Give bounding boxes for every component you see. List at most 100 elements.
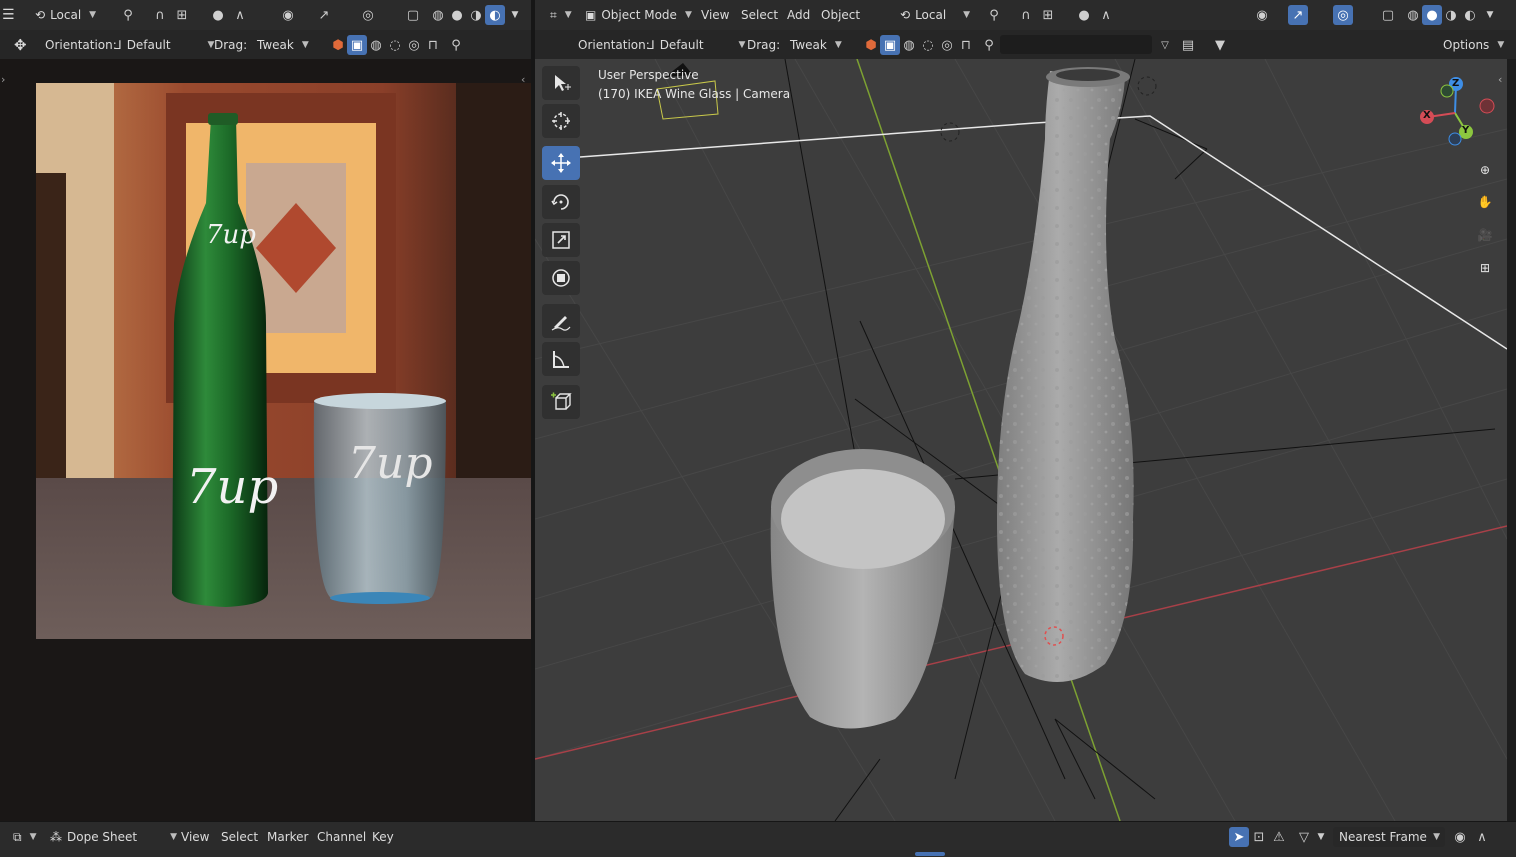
options-dropdown[interactable]: Options ▼ [1438, 30, 1509, 59]
left-material-shading-icon[interactable]: ◑ [466, 5, 486, 25]
chevron-down-icon: ▼ [963, 10, 971, 20]
left-select-mode-new-icon[interactable]: ▣ [347, 35, 367, 55]
left-orientation-label: Orientation: [45, 37, 117, 52]
only-errors-icon[interactable]: ⚠ [1269, 827, 1289, 847]
right-snap-target-icon[interactable]: ⊞ [1038, 5, 1058, 25]
tool-measure[interactable] [542, 342, 580, 376]
left-xray-icon[interactable]: ▢ [403, 5, 423, 25]
left-search-icon[interactable]: ⚲ [446, 35, 466, 55]
right-material-shading-icon[interactable]: ◑ [1441, 5, 1461, 25]
3d-viewport[interactable]: User Perspective (170) IKEA Wine Glass |… [535, 59, 1507, 821]
right-solid-shading-icon[interactable]: ● [1422, 5, 1442, 25]
bottom-proportional-icon[interactable]: ◉ [1450, 827, 1470, 847]
tool-scale[interactable] [542, 223, 580, 257]
left-magnet-icon[interactable]: ∩ [150, 5, 170, 25]
pivot-icon: ⟲ [900, 8, 911, 22]
tool-transform[interactable] [542, 261, 580, 295]
tool-select-box[interactable] [542, 66, 580, 100]
menu-view[interactable]: View [701, 0, 729, 30]
snap-mode-dropdown[interactable]: Nearest Frame ▼ [1333, 827, 1445, 847]
perspective-toggle-icon[interactable]: ⊞ [1473, 256, 1497, 280]
left-select-mode-invert-icon[interactable]: ◎ [404, 35, 424, 55]
right-wireframe-shading-icon[interactable]: ◍ [1403, 5, 1423, 25]
right-select-mode-subtract-icon[interactable]: ◌ [918, 35, 938, 55]
chevron-down-icon: ▼ [684, 10, 692, 20]
left-select-mode-extend-icon[interactable]: ◍ [366, 35, 386, 55]
right-filter-toggle-icon[interactable]: ▽ [1155, 35, 1175, 55]
left-snap-icon[interactable]: ⚲ [118, 5, 138, 25]
left-transform-icon[interactable]: ✥ [14, 30, 27, 59]
pan-hand-icon[interactable]: ✋ [1473, 190, 1497, 214]
sidebar-toggle-arrow[interactable]: ‹ [1498, 73, 1502, 86]
right-rendered-shading-icon[interactable]: ◐ [1460, 5, 1480, 25]
right-visibility-icon[interactable]: ◉ [1252, 5, 1272, 25]
filter-dropdown-icon[interactable]: ▼ [1311, 827, 1331, 847]
right-xray-icon[interactable]: ▢ [1378, 5, 1398, 25]
tool-annotate[interactable] [542, 304, 580, 338]
right-magnet-icon[interactable]: ∩ [1016, 5, 1036, 25]
right-pivot-dropdown[interactable]: ⟲ Local ▼ [895, 0, 975, 30]
object-mode-dropdown[interactable]: ▣ Object Mode ▼ [580, 0, 697, 30]
right-select-mode-extend-icon[interactable]: ◍ [899, 35, 919, 55]
show-hidden-icon[interactable]: ⊡ [1249, 827, 1269, 847]
left-visibility-icon[interactable]: ◉ [278, 5, 298, 25]
right-select-mode-color-icon[interactable]: ⬢ [861, 35, 881, 55]
right-orientation-dropdown[interactable]: ⅃ Default ▼ [643, 30, 750, 59]
left-falloff-icon[interactable]: ∧ [230, 5, 250, 25]
tool-rotate[interactable] [542, 185, 580, 219]
gizmo-z-label: Z [1452, 78, 1460, 89]
left-select-mode-intersect-icon[interactable]: ⊓ [423, 35, 443, 55]
right-overlay-icon[interactable]: ◎ [1333, 5, 1353, 25]
left-drag-dropdown[interactable]: Tweak ▼ [252, 30, 314, 59]
chevron-down-icon: ▼ [834, 39, 842, 50]
bottom-menu-select[interactable]: Select [221, 822, 258, 852]
tool-move[interactable] [542, 146, 580, 180]
left-render-viewport[interactable]: › ‹ 7up 7up 7up [0, 59, 531, 821]
camera-view-icon[interactable]: 🎥 [1473, 223, 1497, 247]
bottom-menu-key[interactable]: Key [372, 822, 394, 852]
zoom-icon[interactable]: ⊕ [1473, 158, 1497, 182]
chevron-down-icon: ▼ [1433, 832, 1440, 842]
editor-menu-icon[interactable]: ☰ [2, 0, 15, 30]
right-funnel-icon[interactable]: ▼ [1210, 35, 1230, 55]
right-gizmo-icon[interactable]: ↗ [1288, 5, 1308, 25]
bottom-menu-marker[interactable]: Marker [267, 822, 308, 852]
right-select-mode-invert-icon[interactable]: ◎ [937, 35, 957, 55]
right-snap-icon[interactable]: ⚲ [984, 5, 1004, 25]
left-proportional-icon[interactable]: ● [208, 5, 228, 25]
right-drag-dropdown[interactable]: Tweak ▼ [785, 30, 847, 59]
timeline-scroll-indicator[interactable] [915, 852, 945, 856]
left-orientation-dropdown[interactable]: ⅃ Default ▼ [110, 30, 219, 59]
left-pivot-dropdown[interactable]: ⟲ Local ▼ [30, 0, 101, 30]
right-select-mode-intersect-icon[interactable]: ⊓ [956, 35, 976, 55]
right-view-layer-icon[interactable]: ▤ [1178, 35, 1198, 55]
left-shading-dropdown-icon[interactable]: ▼ [505, 5, 525, 25]
menu-select[interactable]: Select [741, 0, 778, 30]
right-select-mode-new-icon[interactable]: ▣ [880, 35, 900, 55]
bottom-menu-view[interactable]: View [181, 822, 209, 852]
right-falloff-icon[interactable]: ∧ [1096, 5, 1116, 25]
menu-add[interactable]: Add [787, 0, 810, 30]
left-wireframe-shading-icon[interactable]: ◍ [428, 5, 448, 25]
left-rendered-shading-icon[interactable]: ◐ [485, 5, 505, 25]
only-selected-icon[interactable]: ➤ [1229, 827, 1249, 847]
right-search-field[interactable] [1000, 35, 1152, 54]
left-overlay-icon[interactable]: ◎ [358, 5, 378, 25]
collapse-arrow-left[interactable]: › [1, 73, 5, 86]
right-search-icon[interactable]: ⚲ [979, 35, 999, 55]
right-proportional-icon[interactable]: ● [1074, 5, 1094, 25]
bottom-menu-channel[interactable]: Channel [317, 822, 366, 852]
left-gizmo-icon[interactable]: ↗ [314, 5, 334, 25]
left-solid-shading-icon[interactable]: ● [447, 5, 467, 25]
tool-cursor[interactable] [542, 104, 580, 138]
menu-object[interactable]: Object [821, 0, 860, 30]
bottom-editor-type-dropdown[interactable]: ⧉ ▼ [8, 822, 42, 852]
tool-add-cube[interactable] [542, 385, 580, 419]
left-select-mode-subtract-icon[interactable]: ◌ [385, 35, 405, 55]
left-select-mode-color-icon[interactable]: ⬢ [328, 35, 348, 55]
right-editor-type-dropdown[interactable]: ⌗ ▼ [545, 0, 577, 30]
right-shading-dropdown-icon[interactable]: ▼ [1480, 5, 1500, 25]
dope-sheet-mode-dropdown[interactable]: ⁂ Dope Sheet ▼ [45, 822, 182, 852]
left-snap-target-icon[interactable]: ⊞ [172, 5, 192, 25]
bottom-falloff-icon[interactable]: ∧ [1472, 827, 1492, 847]
